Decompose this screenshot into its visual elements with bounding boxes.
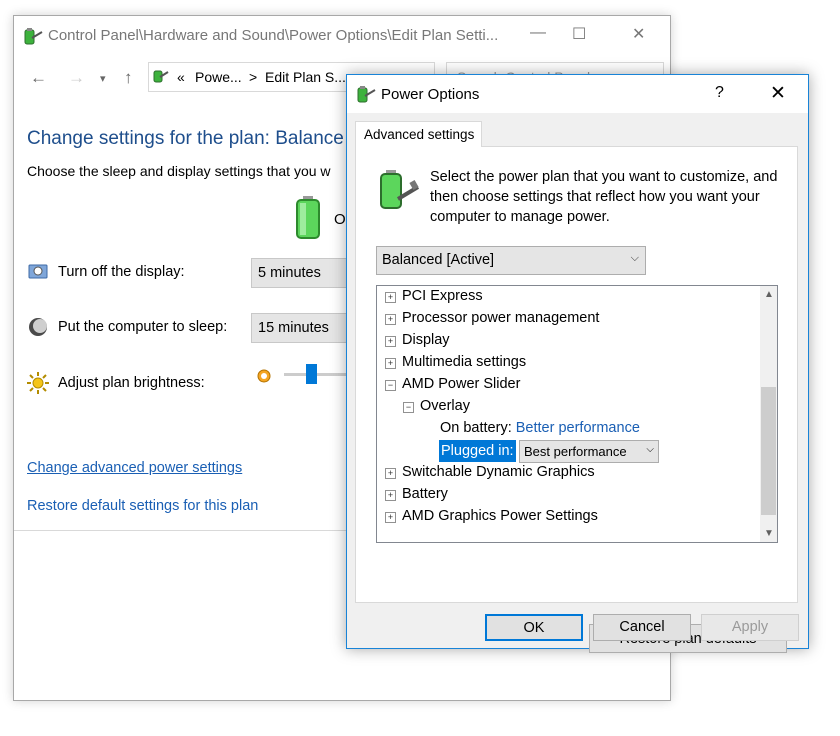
dialog-titlebar: Power Options ? ✕ [347, 75, 808, 113]
tree-item-pci-express[interactable]: + PCI Express [385, 288, 483, 310]
maximize-icon[interactable]: ☐ [572, 24, 586, 44]
power-plan-icon [24, 28, 43, 45]
tree-item-overlay[interactable]: − Overlay [403, 398, 470, 420]
display-off-icon [28, 264, 48, 279]
expand-icon: + [385, 468, 396, 479]
collapse-icon: − [403, 402, 414, 413]
battery-icon [296, 196, 320, 239]
help-icon[interactable]: ? [715, 84, 724, 102]
tree-item-amd-power-slider[interactable]: − AMD Power Slider [385, 376, 520, 398]
tree-item-processor[interactable]: + Processor power management [385, 310, 599, 332]
cp-titlebar: Control Panel\Hardware and Sound\Power O… [14, 16, 670, 56]
plugged-in-label[interactable]: Plugged in: [439, 440, 516, 462]
expand-icon: + [385, 490, 396, 501]
page-subtitle: Choose the sleep and display settings th… [27, 163, 331, 179]
power-options-dialog: Power Options ? ✕ Advanced settings Sele… [346, 74, 809, 653]
expand-icon: + [385, 314, 396, 325]
expand-icon: + [385, 292, 396, 303]
collapse-icon: − [385, 380, 396, 391]
brightness-slider-thumb[interactable] [306, 364, 317, 384]
close-icon[interactable]: ✕ [770, 82, 786, 105]
close-icon[interactable]: ✕ [632, 24, 645, 44]
dialog-intro-text: Select the power plan that you want to c… [430, 169, 778, 225]
tree-item-switchable-graphics[interactable]: + Switchable Dynamic Graphics [385, 464, 595, 486]
tree-item-on-battery[interactable]: On battery: Better performance [440, 420, 640, 442]
dialog-title: Power Options [381, 86, 480, 103]
restore-defaults-link[interactable]: Restore default settings for this plan [27, 498, 258, 514]
back-arrow-icon[interactable]: ← [30, 68, 47, 88]
up-arrow-icon[interactable]: ↑ [124, 68, 133, 88]
chevron-down-icon: ⌵ [646, 444, 654, 455]
cancel-button[interactable]: Cancel [593, 614, 691, 641]
brightness-icon [27, 372, 49, 394]
brightness-low-icon [257, 369, 271, 383]
sleep-icon [29, 318, 47, 336]
expand-icon: + [385, 336, 396, 347]
on-battery-value-link[interactable]: Better performance [516, 420, 640, 436]
plugged-in-select[interactable]: Best performance ⌵ [519, 440, 659, 463]
settings-tree: + PCI Express + Processor power management… [376, 285, 778, 543]
power-plan-battery-icon [380, 170, 420, 209]
breadcrumb-power-options[interactable]: Powe... [195, 69, 242, 85]
expand-icon: + [385, 358, 396, 369]
display-off-label: Turn off the display: [58, 264, 185, 280]
expand-icon: + [385, 512, 396, 523]
scroll-up-icon[interactable]: ▲ [764, 289, 774, 300]
tree-item-display[interactable]: + Display [385, 332, 450, 354]
breadcrumb-edit-plan[interactable]: Edit Plan S... [265, 69, 346, 85]
tree-item-battery[interactable]: + Battery [385, 486, 448, 508]
cp-window-title: Control Panel\Hardware and Sound\Power O… [48, 27, 499, 44]
forward-arrow-icon[interactable]: → [68, 68, 85, 88]
power-plan-select[interactable]: Balanced [Active] ⌵ [376, 246, 646, 275]
sleep-label: Put the computer to sleep: [58, 319, 228, 335]
scroll-down-icon[interactable]: ▼ [764, 528, 774, 539]
tree-item-amd-graphics[interactable]: + AMD Graphics Power Settings [385, 508, 598, 530]
page-title: Change settings for the plan: Balance [27, 128, 344, 149]
breadcrumb-overflow[interactable]: « [177, 69, 185, 85]
brightness-label: Adjust plan brightness: [58, 375, 205, 391]
change-advanced-settings-link[interactable]: Change advanced power settings [27, 460, 242, 476]
chevron-down-icon: ⌵ [630, 252, 639, 264]
control-panel-icon [153, 70, 169, 83]
scrollbar-thumb[interactable] [761, 387, 776, 515]
power-options-icon [357, 86, 376, 103]
apply-button[interactable]: Apply [701, 614, 799, 641]
advanced-settings-panel: Select the power plan that you want to c… [355, 146, 798, 653]
tab-advanced-settings[interactable]: Advanced settings [355, 121, 482, 147]
recent-locations-chevron-icon[interactable]: ▾ [100, 72, 106, 85]
breadcrumb-separator: > [249, 69, 258, 85]
tree-item-multimedia[interactable]: + Multimedia settings [385, 354, 526, 376]
brightness-slider-track[interactable] [284, 373, 354, 376]
plugged-in-column-header: O [334, 211, 346, 228]
ok-button[interactable]: OK [485, 614, 583, 641]
minimize-icon[interactable]: — [530, 24, 546, 42]
tree-scrollbar[interactable]: ▲ ▼ [760, 286, 777, 542]
